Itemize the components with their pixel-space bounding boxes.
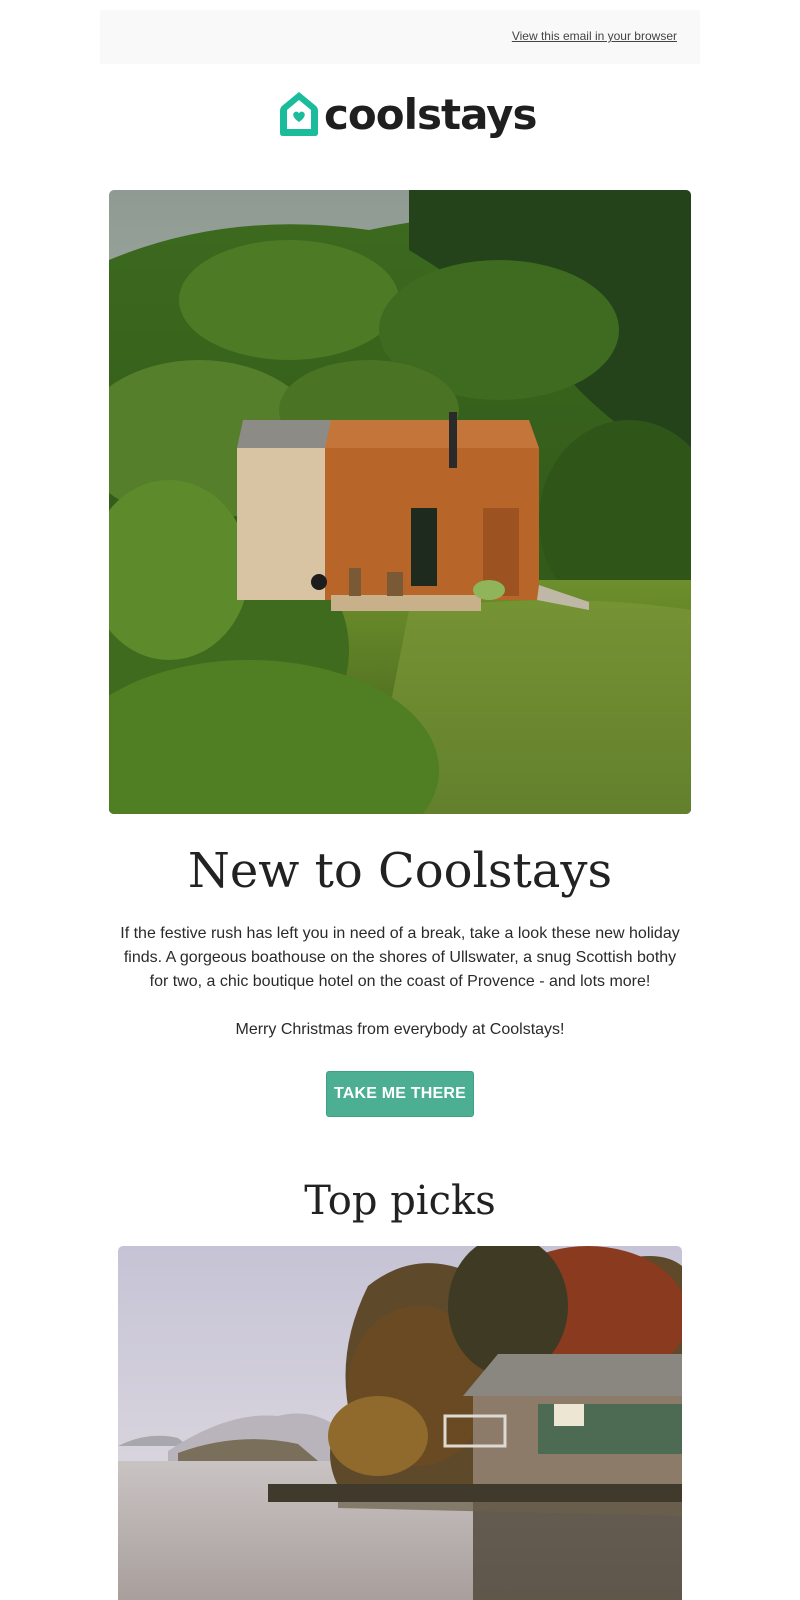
intro-signoff: Merry Christmas from everybody at Coolst… (235, 1021, 565, 1038)
intro-body-text: If the festive rush has left you in need… (120, 925, 680, 990)
top-picks-title: Top picks (304, 1178, 496, 1224)
intro-headline: New to Coolstays (187, 843, 613, 899)
coolstays-logo[interactable]: coolstays (278, 86, 538, 142)
hero-image[interactable] (109, 190, 691, 814)
boathouse-photo (118, 1246, 682, 1600)
take-me-there-button[interactable]: TAKE ME THERE (326, 1071, 474, 1117)
view-in-browser-link[interactable]: View this email in your browser (512, 29, 677, 43)
top-pick-image[interactable] (118, 1246, 682, 1600)
preheader-bar: View this email in your browser (100, 10, 700, 64)
house-heart-icon (280, 92, 318, 136)
email-body: View this email in your browser coolstay… (0, 0, 800, 1600)
cabin-photo (109, 190, 691, 814)
brand-wordmark: coolstays (324, 90, 538, 139)
